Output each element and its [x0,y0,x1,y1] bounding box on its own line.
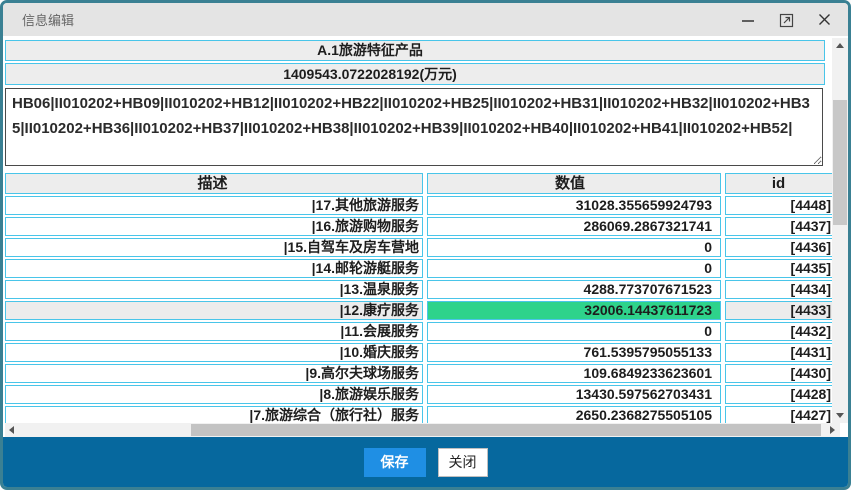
table-row[interactable]: |13.温泉服务 4288.773707671523 [4434] [5,280,842,299]
value-cell[interactable]: 286069.2867321741 [427,217,721,236]
id-cell: [4431] [725,343,840,362]
window-controls [740,12,832,28]
minimize-icon [740,12,756,28]
column-header-value[interactable]: 数值 [427,173,721,194]
desc-cell: |12.康疗服务 [5,301,423,320]
scroll-up-icon[interactable] [836,43,844,48]
id-cell: [4448] [725,196,840,215]
desc-cell: |8.旅游娱乐服务 [5,385,423,404]
id-cell: [4435] [725,259,840,278]
vertical-scrollbar-thumb[interactable] [833,100,847,225]
id-cell: [4432] [725,322,840,341]
id-cell: [4436] [725,238,840,257]
titlebar[interactable]: 信息编辑 [3,3,848,36]
value-cell[interactable]: 0 [427,259,721,278]
table-row-selected[interactable]: |12.康疗服务 32006.14437611723 [4433] [5,301,842,320]
desc-cell: |14.邮轮游艇服务 [5,259,423,278]
desc-cell: |10.婚庆服务 [5,343,423,362]
value-cell[interactable]: 0 [427,322,721,341]
section-title-bar: A.1旅游特征产品 [5,40,825,61]
dialog-body: A.1旅游特征产品 1409543.0722028192(万元) HB06|II… [3,36,848,437]
dialog-footer: 保存 关闭 [3,437,848,487]
desc-cell: |16.旅游购物服务 [5,217,423,236]
minimize-button[interactable] [740,12,756,28]
value-cell[interactable]: 761.5395795055133 [427,343,721,362]
column-header-desc[interactable]: 描述 [5,173,423,194]
scroll-down-icon[interactable] [836,413,844,418]
desc-cell: |9.高尔夫球场服务 [5,364,423,383]
desc-cell: |17.其他旅游服务 [5,196,423,215]
table-row[interactable]: |14.邮轮游艇服务 0 [4435] [5,259,842,278]
table-row[interactable]: |16.旅游购物服务 286069.2867321741 [4437] [5,217,842,236]
save-button[interactable]: 保存 [364,448,426,477]
id-cell: [4433] [725,301,840,320]
id-cell: [4430] [725,364,840,383]
scroll-right-icon[interactable] [830,426,835,434]
desc-cell: |13.温泉服务 [5,280,423,299]
maximize-icon [778,12,795,29]
value-cell[interactable]: 31028.355659924793 [427,196,721,215]
value-cell[interactable]: 13430.597562703431 [427,385,721,404]
vertical-scrollbar[interactable] [832,38,848,423]
column-header-id[interactable]: id [725,173,840,194]
value-cell-highlighted[interactable]: 32006.14437611723 [427,301,721,320]
window-title: 信息编辑 [22,10,74,29]
window-close-button[interactable] [817,12,832,28]
value-cell[interactable]: 109.6849233623601 [427,364,721,383]
table-row[interactable]: |10.婚庆服务 761.5395795055133 [4431] [5,343,842,362]
data-table: 描述 数值 id |17.其他旅游服务 31028.355659924793 [… [5,173,842,425]
value-cell[interactable]: 0 [427,238,721,257]
table-row[interactable]: |9.高尔夫球场服务 109.6849233623601 [4430] [5,364,842,383]
table-row[interactable]: |15.自驾车及房车营地 0 [4436] [5,238,842,257]
dialog-close-button[interactable]: 关闭 [438,448,488,477]
total-value-bar: 1409543.0722028192(万元) [5,63,825,85]
table-row[interactable]: |11.会展服务 0 [4432] [5,322,842,341]
id-cell: [4428] [725,385,840,404]
formula-textarea[interactable]: HB06|II010202+HB09|II010202+HB12|II01020… [5,88,823,166]
edit-dialog-window: 信息编辑 A.1旅 [0,0,851,490]
horizontal-scrollbar-thumb[interactable] [191,424,821,436]
close-icon [817,12,832,27]
id-cell: [4434] [725,280,840,299]
id-cell: [4437] [725,217,840,236]
desc-cell: |15.自驾车及房车营地 [5,238,423,257]
table-row[interactable]: |17.其他旅游服务 31028.355659924793 [4448] [5,196,842,215]
horizontal-scrollbar[interactable] [5,423,840,437]
value-cell[interactable]: 4288.773707671523 [427,280,721,299]
table-row[interactable]: |8.旅游娱乐服务 13430.597562703431 [4428] [5,385,842,404]
desc-cell: |11.会展服务 [5,322,423,341]
scroll-left-icon[interactable] [9,426,14,434]
table-header-row: 描述 数值 id [5,173,842,194]
maximize-button[interactable] [778,12,795,28]
